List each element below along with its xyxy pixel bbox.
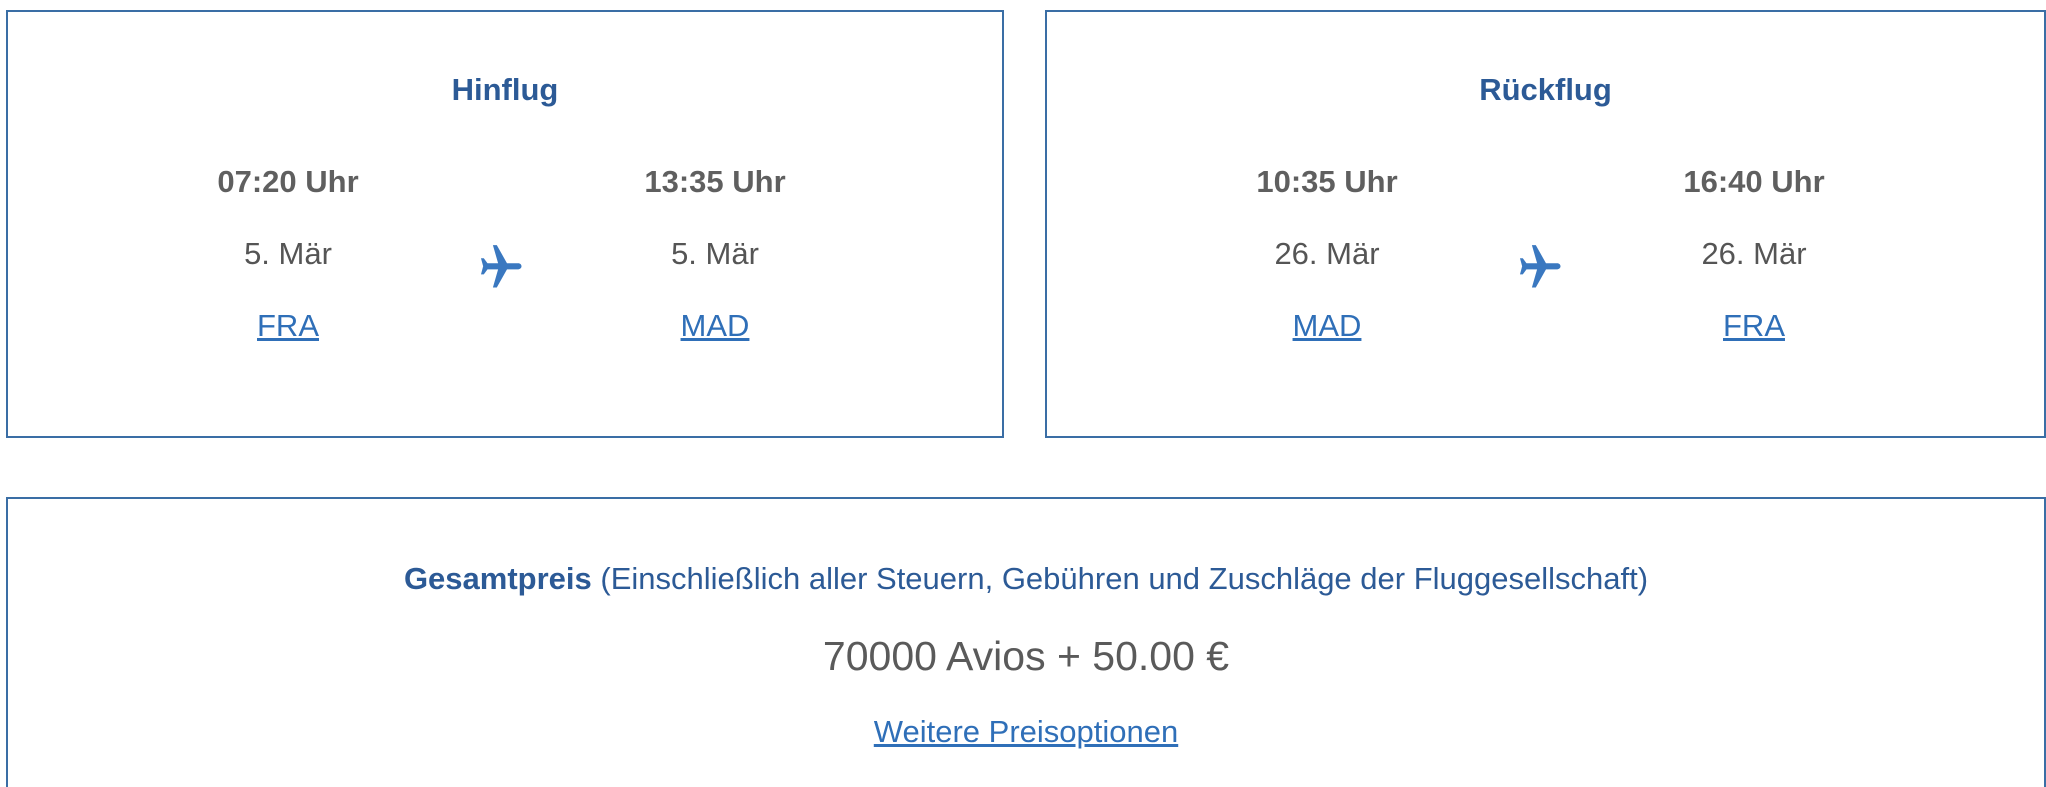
departure-time: 10:35 Uhr (1256, 164, 1398, 199)
price-options-container: Weitere Preisoptionen (8, 714, 2044, 750)
return-arrival: 16:40 Uhr 26. Mär FRA (1624, 164, 1884, 344)
price-amount: 70000 Avios + 50.00 € (822, 633, 1230, 679)
airplane-icon (480, 245, 522, 288)
arrival-time: 13:35 Uhr (644, 164, 786, 199)
outbound-title: Hinflug (451, 72, 559, 107)
outbound-flight-card: Hinflug 07:20 Uhr 5. Mär FRA 13:35 Uhr 5… (6, 10, 1004, 438)
departure-date: 26. Mär (1274, 236, 1380, 271)
arrival-date: 5. Mär (671, 236, 759, 271)
price-label: Gesamtpreis (403, 561, 592, 596)
departure-date: 5. Mär (244, 236, 332, 271)
price-heading: Gesamtpreis (Einschließlich aller Steuer… (8, 561, 2044, 597)
airplane-icon (1519, 245, 1561, 288)
outbound-departure: 07:20 Uhr 5. Mär FRA (158, 164, 418, 344)
departure-airport-link[interactable]: MAD (1293, 308, 1362, 344)
arrival-airport-link[interactable]: FRA (1723, 308, 1785, 344)
arrival-airport-link[interactable]: MAD (681, 308, 750, 344)
arrival-date: 26. Mär (1701, 236, 1807, 271)
departure-airport-link[interactable]: FRA (257, 308, 319, 344)
return-flight-card: Rückflug 10:35 Uhr 26. Mär MAD 16:40 Uhr… (1045, 10, 2046, 438)
return-title: Rückflug (1479, 72, 1612, 107)
total-price-card: Gesamtpreis (Einschließlich aller Steuer… (6, 497, 2046, 787)
price-note: (Einschließlich aller Steuern, Gebühren … (591, 561, 1649, 596)
outbound-arrival: 13:35 Uhr 5. Mär MAD (585, 164, 845, 344)
arrival-time: 16:40 Uhr (1683, 164, 1825, 199)
departure-time: 07:20 Uhr (217, 164, 359, 199)
more-price-options-link[interactable]: Weitere Preisoptionen (874, 714, 1178, 749)
return-departure: 10:35 Uhr 26. Mär MAD (1197, 164, 1457, 344)
